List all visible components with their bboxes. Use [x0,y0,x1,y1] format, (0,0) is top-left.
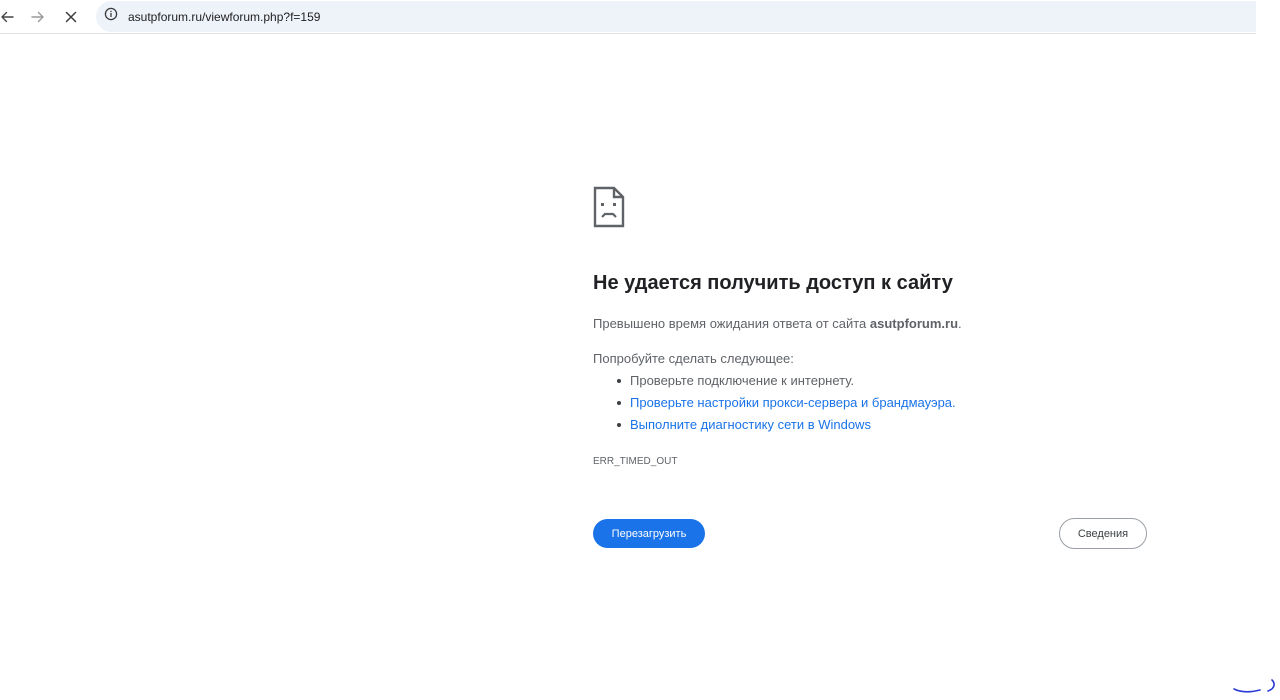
summary-site: asutpforum.ru [869,316,959,331]
browser-toolbar: asutpforum.ru/viewforum.php?f=159 [0,0,1256,34]
info-icon [104,7,118,26]
details-button[interactable]: Сведения [1059,518,1147,549]
site-info-button[interactable] [102,7,120,26]
forward-button[interactable] [27,6,49,28]
reload-button[interactable]: Перезагрузить [593,519,705,548]
network-diagnostics-link[interactable]: Выполните диагностику сети в Windows [630,417,871,432]
sad-page-icon [593,186,625,228]
summary-prefix: Превышено время ожидания ответа от сайта [593,316,870,331]
suggestion-check-connection: Проверьте подключение к интернету. [593,371,956,393]
error-summary: Превышено время ожидания ответа от сайта… [593,316,962,331]
summary-suffix: . [958,316,962,331]
pen-stroke-mark [1232,670,1280,695]
suggestion-check-proxy: Проверьте настройки прокси-сервера и бра… [593,393,956,415]
suggestions-list: Проверьте подключение к интернету. Прове… [593,371,956,437]
suggestion-run-diagnostics: Выполните диагностику сети в Windows [593,415,956,437]
close-icon [65,11,77,23]
url-text[interactable]: asutpforum.ru/viewforum.php?f=159 [128,10,320,24]
back-button[interactable] [0,6,18,28]
error-code: ERR_TIMED_OUT [593,456,678,467]
arrow-left-icon [0,10,14,24]
error-heading: Не удается получить доступ к сайту [593,272,953,294]
proxy-settings-link[interactable]: Проверьте настройки прокси-сервера и бра… [630,395,956,410]
address-bar[interactable]: asutpforum.ru/viewforum.php?f=159 [96,1,1256,32]
stop-loading-button[interactable] [60,6,82,28]
arrow-right-icon [31,10,45,24]
suggestion-text: Проверьте подключение к интернету. [630,373,855,388]
suggestions-title: Попробуйте сделать следующее: [593,351,794,366]
